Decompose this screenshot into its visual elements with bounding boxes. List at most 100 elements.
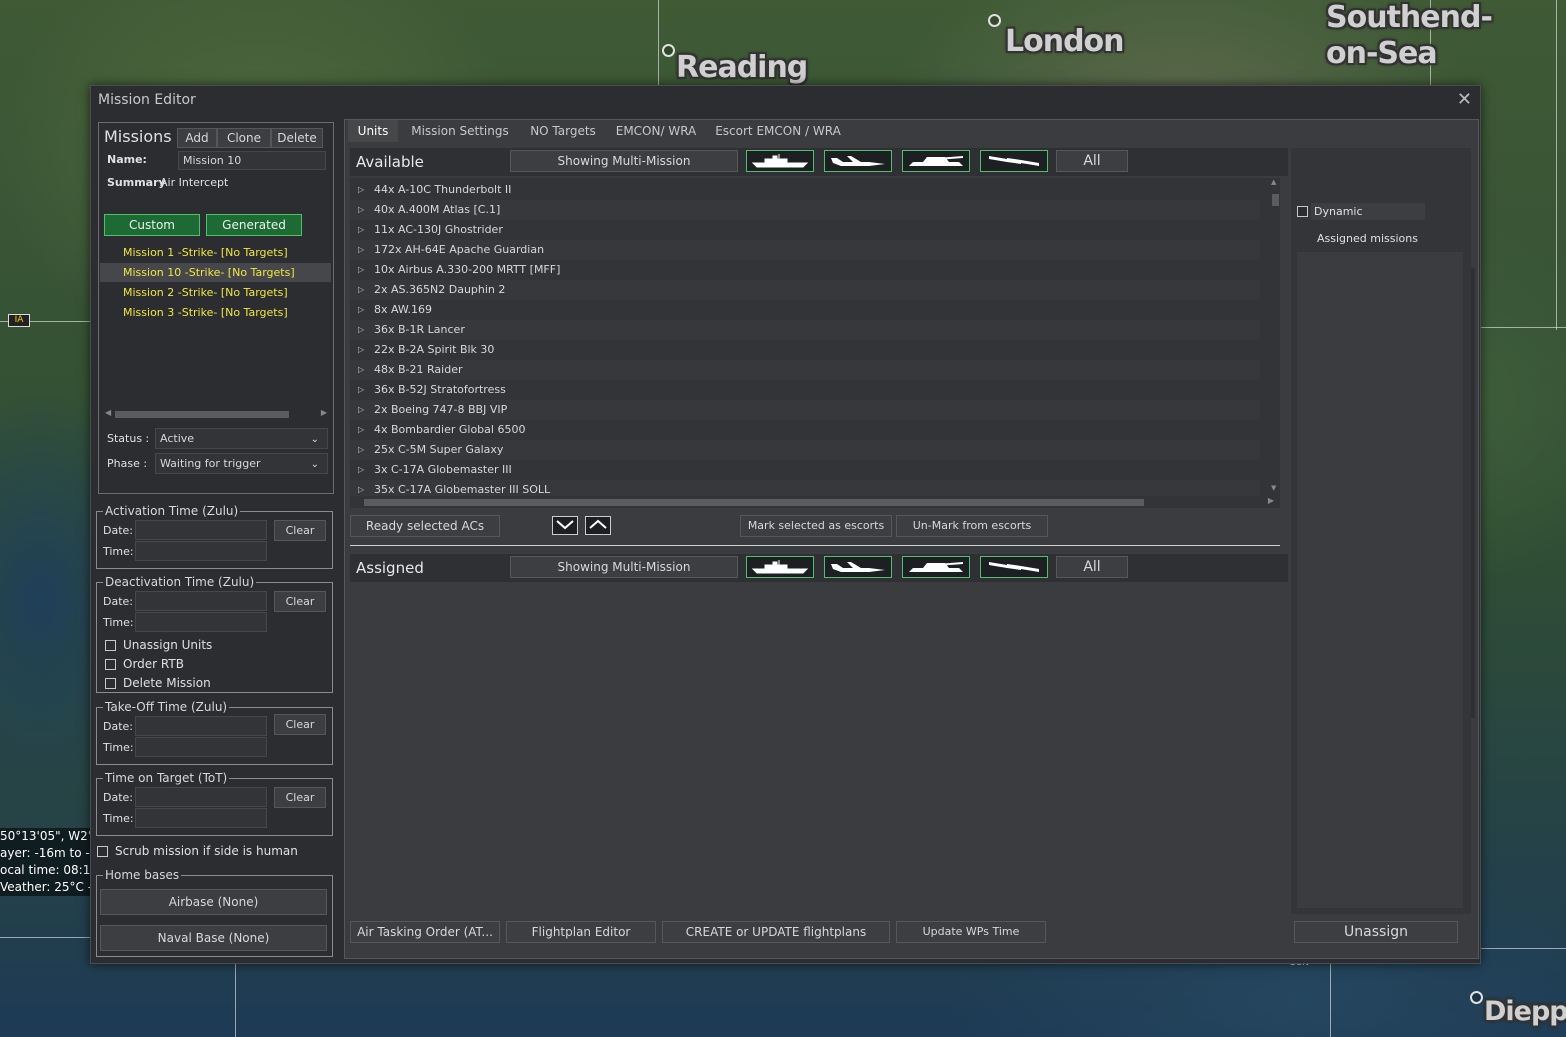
- add-mission-button[interactable]: Add: [177, 128, 217, 148]
- assigned-all-button[interactable]: All: [1056, 556, 1128, 578]
- expand-triangle-icon[interactable]: ▷: [358, 420, 364, 440]
- assigned-filter-ship-button[interactable]: [746, 556, 814, 578]
- expand-triangle-icon[interactable]: ▷: [358, 320, 364, 340]
- ready-selected-button[interactable]: Ready selected ACs: [350, 515, 500, 537]
- available-all-button[interactable]: All: [1056, 150, 1128, 172]
- assigned-units-list[interactable]: [350, 584, 1288, 914]
- expand-triangle-icon[interactable]: ▷: [358, 440, 364, 460]
- unit-row[interactable]: ▷ 40x A.400M Atlas [C.1]: [350, 200, 1260, 220]
- create-update-flightplans-button[interactable]: CREATE or UPDATE flightplans: [662, 921, 890, 943]
- unit-row[interactable]: ▷ 3x C-17A Globemaster III: [350, 460, 1260, 480]
- ato-button[interactable]: Air Tasking Order (AT...: [350, 921, 500, 943]
- scroll-thumb[interactable]: [1272, 194, 1279, 206]
- flightplan-editor-button[interactable]: Flightplan Editor: [506, 921, 656, 943]
- unit-row[interactable]: ▷ 44x A-10C Thunderbolt II: [350, 180, 1260, 200]
- tab-units[interactable]: Units: [348, 120, 398, 142]
- side-scrollbar[interactable]: [1471, 268, 1475, 718]
- delete-mission-checkbox[interactable]: [105, 678, 116, 689]
- takeoff-time-input[interactable]: [135, 737, 267, 757]
- tab-mission-settings[interactable]: Mission Settings: [405, 120, 515, 142]
- scrub-mission-checkbox[interactable]: [97, 846, 108, 857]
- tot-time-input[interactable]: [135, 808, 267, 828]
- update-wps-time-button[interactable]: Update WPs Time: [896, 921, 1046, 943]
- title-bar[interactable]: Mission Editor ✕: [91, 86, 1480, 116]
- scroll-left-icon[interactable]: ◀: [105, 408, 111, 417]
- unit-row[interactable]: ▷ 48x B-21 Raider: [350, 360, 1260, 380]
- deactivation-time-input[interactable]: [135, 612, 267, 632]
- mission-list-item[interactable]: Mission 3 -Strike- [No Targets]: [100, 303, 331, 322]
- expand-triangle-icon[interactable]: ▷: [358, 480, 364, 496]
- scroll-down-icon[interactable]: ▼: [1271, 484, 1276, 492]
- activation-clear-button[interactable]: Clear: [274, 520, 326, 541]
- mission-list-item[interactable]: Mission 1 -Strike- [No Targets]: [100, 243, 331, 262]
- unit-row[interactable]: ▷ 4x Bombardier Global 6500: [350, 420, 1260, 440]
- generated-filter-button[interactable]: Generated: [206, 214, 302, 236]
- airbase-button[interactable]: Airbase (None): [100, 889, 327, 915]
- scroll-right-icon[interactable]: ▶: [321, 408, 327, 417]
- assigned-missions-list[interactable]: [1297, 252, 1463, 908]
- available-showing-button[interactable]: Showing Multi-Mission: [510, 150, 738, 172]
- available-hscrollbar[interactable]: ▶: [350, 496, 1280, 508]
- custom-filter-button[interactable]: Custom: [104, 214, 200, 236]
- mission-list-hscrollbar[interactable]: ◀ ▶: [105, 408, 327, 419]
- move-down-button[interactable]: [552, 516, 578, 535]
- assigned-filter-satellite-button[interactable]: [980, 556, 1048, 578]
- mark-escorts-button[interactable]: Mark selected as escorts: [740, 515, 892, 537]
- deactivation-clear-button[interactable]: Clear: [274, 591, 326, 612]
- unassign-button[interactable]: Unassign: [1294, 921, 1458, 943]
- expand-triangle-icon[interactable]: ▷: [358, 180, 364, 200]
- expand-triangle-icon[interactable]: ▷: [358, 260, 364, 280]
- unit-row[interactable]: ▷ 11x AC-130J Ghostrider: [350, 220, 1260, 240]
- expand-triangle-icon[interactable]: ▷: [358, 360, 364, 380]
- takeoff-clear-button[interactable]: Clear: [274, 714, 326, 735]
- tab-escort-emcon-wra[interactable]: Escort EMCON / WRA: [713, 120, 843, 142]
- assigned-filter-aircraft-button[interactable]: [824, 556, 892, 578]
- activation-date-input[interactable]: [135, 520, 267, 540]
- unit-row[interactable]: ▷ 2x AS.365N2 Dauphin 2: [350, 280, 1260, 300]
- expand-triangle-icon[interactable]: ▷: [358, 300, 364, 320]
- expand-triangle-icon[interactable]: ▷: [358, 220, 364, 240]
- expand-triangle-icon[interactable]: ▷: [358, 200, 364, 220]
- unassign-units-checkbox[interactable]: [105, 640, 116, 651]
- scroll-thumb[interactable]: [115, 411, 289, 418]
- expand-triangle-icon[interactable]: ▷: [358, 460, 364, 480]
- tab-no-targets[interactable]: NO Targets: [523, 120, 603, 142]
- expand-triangle-icon[interactable]: ▷: [358, 340, 364, 360]
- expand-triangle-icon[interactable]: ▷: [358, 400, 364, 420]
- unit-row[interactable]: ▷ 22x B-2A Spirit Blk 30: [350, 340, 1260, 360]
- tot-clear-button[interactable]: Clear: [274, 787, 326, 808]
- scroll-right-icon[interactable]: ▶: [1268, 496, 1274, 505]
- filter-ship-button[interactable]: [746, 150, 814, 172]
- tab-emcon-wra[interactable]: EMCON/ WRA: [611, 120, 701, 142]
- unit-row[interactable]: ▷ 35x C-17A Globemaster III SOLL: [350, 480, 1260, 496]
- activation-time-input[interactable]: [135, 541, 267, 561]
- scroll-up-icon[interactable]: ▲: [1271, 178, 1276, 186]
- available-vscrollbar[interactable]: ▲ ▼: [1270, 178, 1280, 496]
- close-icon[interactable]: ✕: [1457, 89, 1472, 110]
- order-rtb-checkbox[interactable]: [105, 659, 116, 670]
- assigned-showing-button[interactable]: Showing Multi-Mission: [510, 556, 738, 578]
- deactivation-date-input[interactable]: [135, 591, 267, 611]
- expand-triangle-icon[interactable]: ▷: [358, 280, 364, 300]
- unit-row[interactable]: ▷ 10x Airbus A.330-200 MRTT [MFF]: [350, 260, 1260, 280]
- tot-date-input[interactable]: [135, 787, 267, 807]
- delete-mission-button[interactable]: Delete: [271, 128, 323, 148]
- unit-row[interactable]: ▷ 36x B-1R Lancer: [350, 320, 1260, 340]
- mission-list-item[interactable]: Mission 2 -Strike- [No Targets]: [100, 283, 331, 302]
- status-select[interactable]: Active ⌄: [155, 428, 328, 449]
- naval-base-button[interactable]: Naval Base (None): [100, 925, 327, 951]
- clone-mission-button[interactable]: Clone: [217, 128, 271, 148]
- scroll-thumb[interactable]: [364, 499, 1144, 506]
- assigned-filter-ground-button[interactable]: [902, 556, 970, 578]
- unit-row[interactable]: ▷ 8x AW.169: [350, 300, 1260, 320]
- expand-triangle-icon[interactable]: ▷: [358, 240, 364, 260]
- unmark-escorts-button[interactable]: Un-Mark from escorts: [896, 515, 1048, 537]
- mission-name-input[interactable]: Mission 10: [178, 151, 326, 170]
- filter-aircraft-button[interactable]: [824, 150, 892, 172]
- filter-satellite-button[interactable]: [980, 150, 1048, 172]
- mission-list-item-selected[interactable]: Mission 10 -Strike- [No Targets]: [100, 263, 331, 282]
- move-up-button[interactable]: [585, 516, 611, 535]
- filter-ground-button[interactable]: [902, 150, 970, 172]
- unit-row[interactable]: ▷ 172x AH-64E Apache Guardian: [350, 240, 1260, 260]
- unit-row[interactable]: ▷ 25x C-5M Super Galaxy: [350, 440, 1260, 460]
